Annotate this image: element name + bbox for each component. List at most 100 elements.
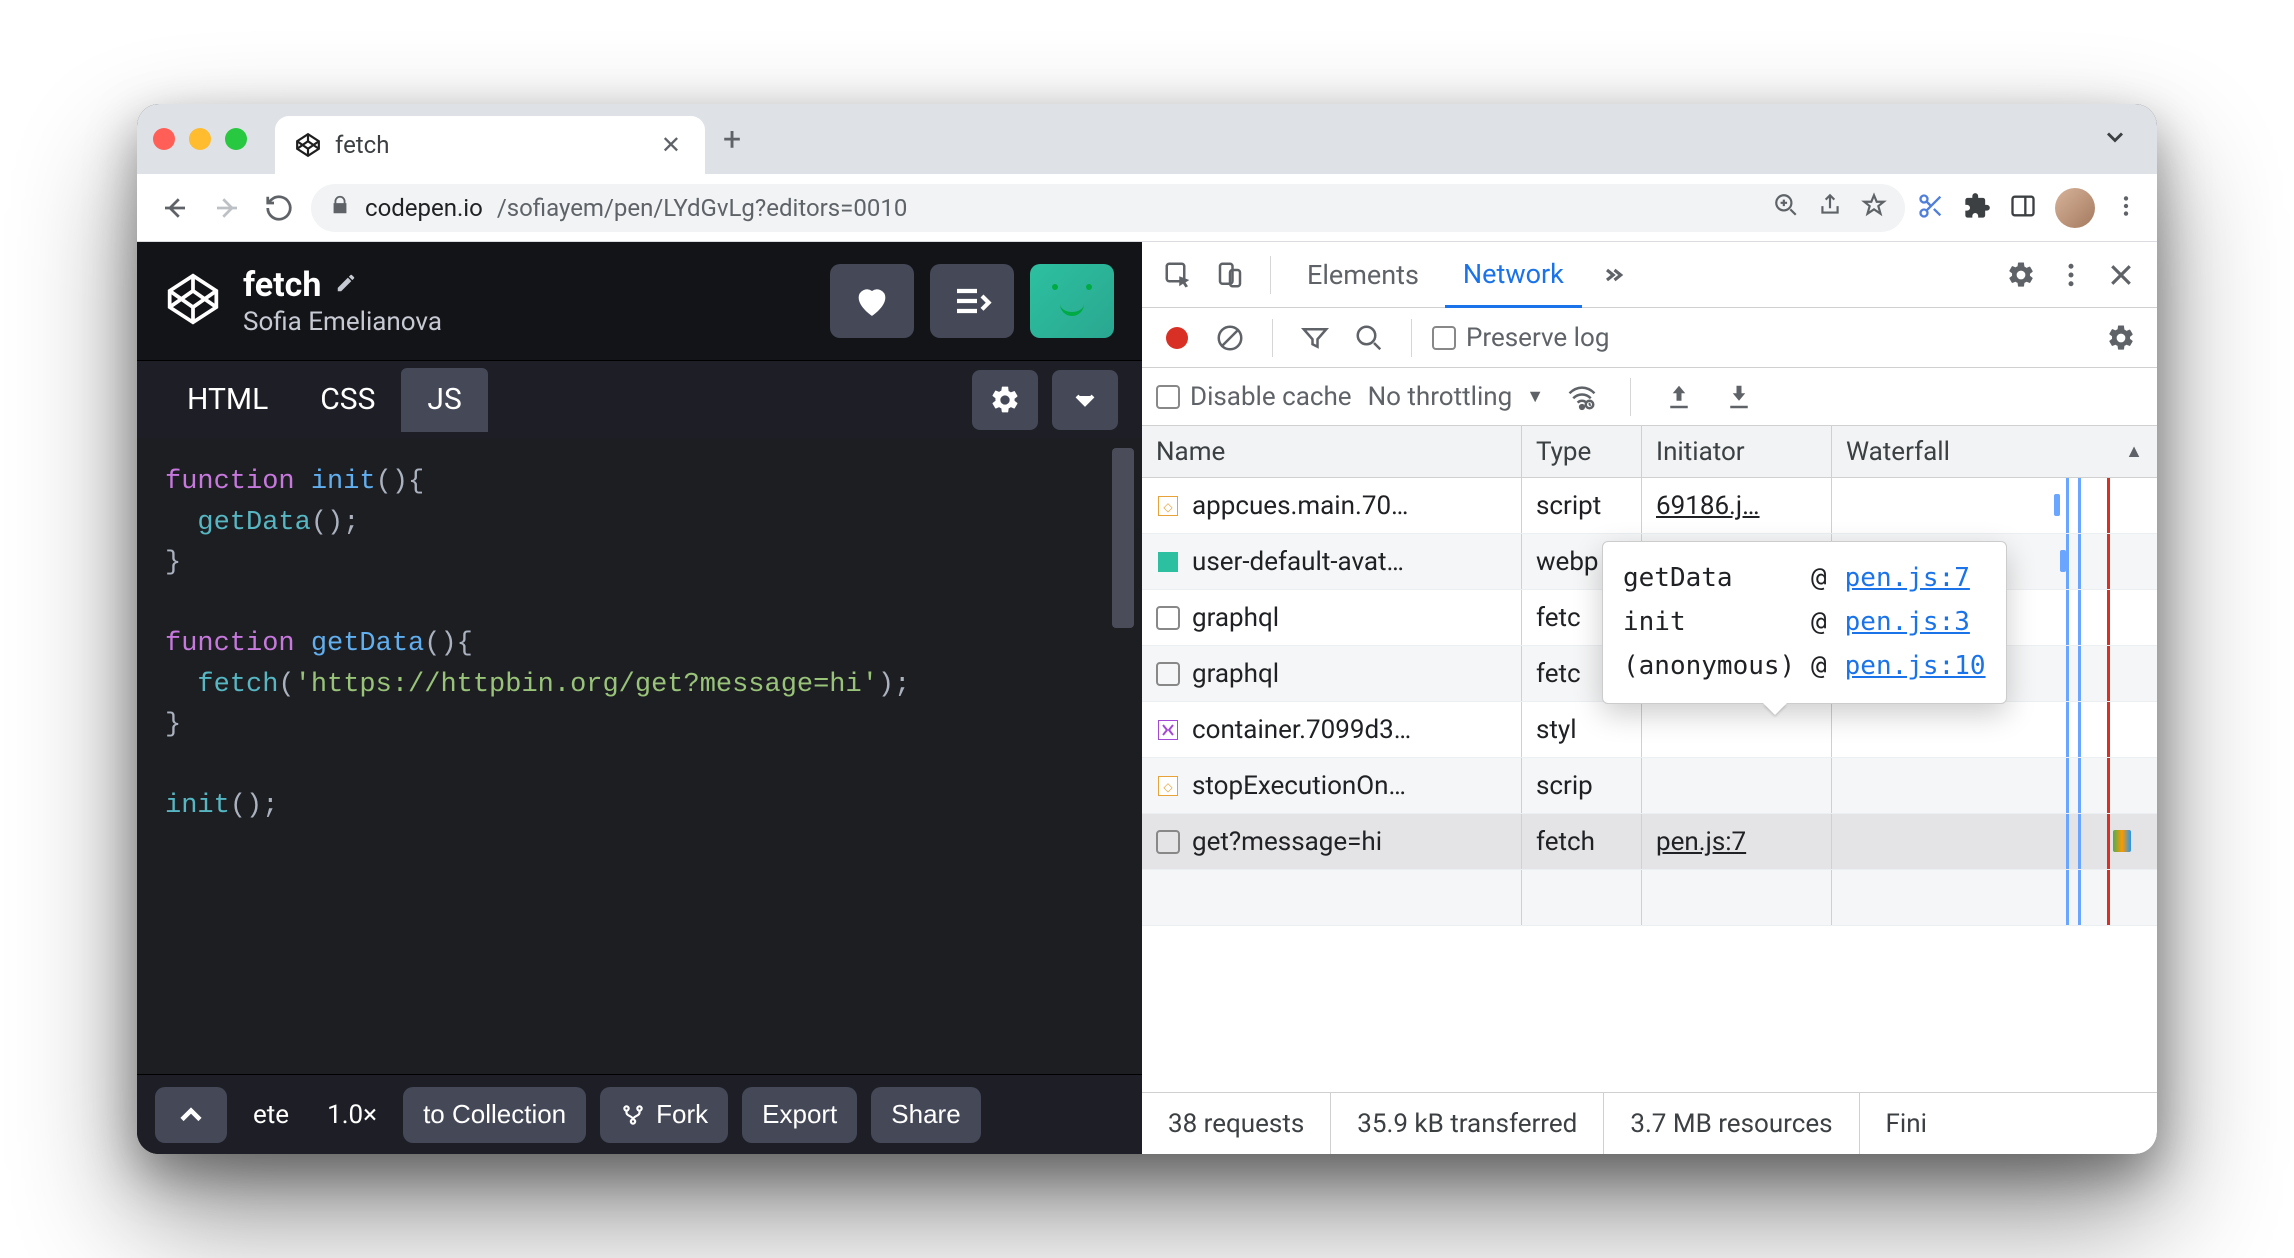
svg-text:◇: ◇ [1163,780,1173,794]
record-button[interactable] [1166,327,1188,349]
table-row[interactable]: get?message=hifetchpen.js:7 [1142,814,2157,870]
fork-button[interactable]: Fork [600,1087,728,1143]
tabs-dropdown-button[interactable] [2101,136,2129,155]
footer-expand-button[interactable] [155,1087,227,1143]
tab-html[interactable]: HTML [161,368,294,432]
row-checkbox[interactable] [1156,662,1180,686]
col-initiator[interactable]: Initiator [1642,426,1832,477]
new-tab-button[interactable]: + [723,120,741,158]
browser-toolbar: codepen.io/sofiayem/pen/LYdGvLg?editors=… [137,174,2157,242]
extensions-icon[interactable] [1963,192,1991,224]
initiator-callstack-tooltip: getData@ pen.js:7 init@ pen.js:3 (anonym… [1602,541,2007,704]
tab-network[interactable]: Network [1445,243,1582,308]
request-type: script [1522,478,1642,533]
scrollbar-thumb[interactable] [1112,448,1134,628]
initiator-link[interactable]: pen.js:7 [1656,827,1746,857]
tooltip-link[interactable]: pen.js:10 [1845,644,1986,688]
url-host: codepen.io [365,194,483,222]
tooltip-link[interactable]: pen.js:3 [1845,600,1970,644]
tooltip-link[interactable]: pen.js:7 [1845,556,1970,600]
clear-icon[interactable] [1208,316,1252,360]
tab-title: fetch [335,131,641,159]
download-har-icon[interactable] [1717,375,1761,419]
codepen-logo-icon [165,271,221,331]
filter-icon[interactable] [1293,316,1337,360]
preserve-log-checkbox[interactable]: Preserve log [1432,323,1609,353]
browser-tab[interactable]: fetch ✕ [275,116,705,174]
status-resources: 3.7 MB resources [1604,1093,1859,1154]
row-checkbox[interactable] [1156,830,1180,854]
lock-icon [329,194,351,222]
back-button[interactable] [155,188,195,228]
table-row [1142,870,2157,926]
devtools-topbar: Elements Network [1142,242,2157,308]
initiator-link[interactable]: 69186.j… [1656,491,1760,521]
tab-css[interactable]: CSS [294,368,401,432]
col-waterfall[interactable]: Waterfall▲ [1832,426,2157,477]
tab-elements[interactable]: Elements [1289,242,1437,307]
devtools-close-icon[interactable] [2099,253,2143,297]
col-name[interactable]: Name [1142,426,1522,477]
table-row[interactable]: container.7099d3…styl [1142,702,2157,758]
status-transferred: 35.9 kB transferred [1331,1093,1604,1154]
close-tab-button[interactable]: ✕ [655,131,687,159]
network-conditions-icon[interactable] [1560,375,1604,419]
search-icon[interactable] [1347,316,1391,360]
table-header: Name Type Initiator Waterfall▲ [1142,426,2157,478]
user-avatar[interactable] [1030,264,1114,338]
tab-js[interactable]: JS [401,368,487,432]
svg-text:◇: ◇ [1163,500,1173,514]
browser-menu-button[interactable] [2113,193,2139,223]
inspect-element-icon[interactable] [1156,253,1200,297]
request-type: styl [1522,702,1642,757]
maximize-window-button[interactable] [225,128,247,150]
profile-avatar[interactable] [2055,188,2095,228]
request-name: get?message=hi [1192,827,1382,857]
request-name: appcues.main.70… [1192,491,1408,521]
network-status-bar: 38 requests 35.9 kB transferred 3.7 MB r… [1142,1092,2157,1154]
col-type[interactable]: Type [1522,426,1642,477]
close-window-button[interactable] [153,128,175,150]
share-icon[interactable] [1817,192,1843,224]
minimize-window-button[interactable] [189,128,211,150]
devtools-pane: Elements Network Preserve log [1142,242,2157,1154]
code-editor[interactable]: function init(){ getData(); } function g… [137,438,1142,1074]
table-row[interactable]: ◇stopExecutionOn…scrip [1142,758,2157,814]
table-row[interactable]: ◇ appcues.main.70… script 69186.j… [1142,478,2157,534]
file-type-icon [1156,550,1180,574]
address-bar[interactable]: codepen.io/sofiayem/pen/LYdGvLg?editors=… [311,184,1905,232]
upload-har-icon[interactable] [1657,375,1701,419]
share-button[interactable]: Share [871,1087,980,1143]
add-to-collection-button[interactable]: to Collection [403,1087,586,1143]
reload-button[interactable] [259,188,299,228]
pen-title: fetch [243,265,321,305]
browser-window: fetch ✕ + codepen.io/sofiayem/pen/LYdGvL… [137,104,2157,1154]
export-button[interactable]: Export [742,1087,857,1143]
heart-button[interactable] [830,264,914,338]
codepen-footer: ete 1.0× to Collection Fork Export Share [137,1074,1142,1154]
editor-collapse-button[interactable] [1052,370,1118,430]
zoom-level[interactable]: 1.0× [315,1100,389,1130]
more-tabs-icon[interactable] [1590,253,1634,297]
disable-cache-checkbox[interactable]: Disable cache [1156,382,1352,412]
forward-button[interactable] [207,188,247,228]
layout-button[interactable] [930,264,1014,338]
devtools-more-icon[interactable] [2049,253,2093,297]
throttling-select[interactable]: No throttling ▼ [1368,382,1544,412]
devtools-settings-icon[interactable] [1999,253,2043,297]
tab-strip: fetch ✕ + [137,104,2157,174]
codepen-editor-tabs: HTML CSS JS [137,360,1142,438]
device-toggle-icon[interactable] [1208,253,1252,297]
edit-title-icon[interactable] [335,272,357,298]
panel-icon[interactable] [2009,192,2037,224]
editor-settings-button[interactable] [972,370,1038,430]
network-settings-icon[interactable] [2099,316,2143,360]
row-checkbox[interactable] [1156,606,1180,630]
footer-fragment: ete [241,1100,301,1130]
codepen-favicon-icon [295,132,321,158]
request-type: scrip [1522,758,1642,813]
zoom-icon[interactable] [1773,192,1799,224]
bookmark-star-icon[interactable] [1861,192,1887,224]
scissors-icon[interactable] [1917,192,1945,224]
pen-author[interactable]: Sofia Emelianova [243,307,442,337]
